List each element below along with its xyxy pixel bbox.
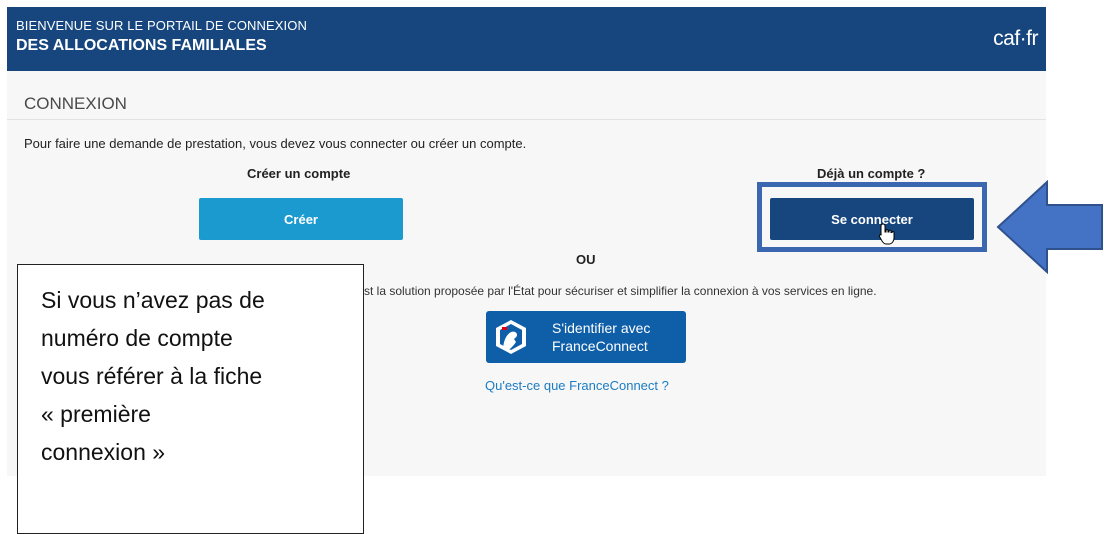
or-separator: OU <box>576 252 596 267</box>
annotation-line: vous référer à la fiche <box>41 363 263 389</box>
intro-text: Pour faire une demande de prestation, vo… <box>24 136 527 151</box>
annotation-line: « première <box>41 401 151 427</box>
existing-account-heading: Déjà un compte ? <box>817 166 926 181</box>
franceconnect-logo-icon <box>496 320 526 354</box>
franceconnect-label-line2: FranceConnect <box>552 338 648 354</box>
header-subtitle: DES ALLOCATIONS FAMILIALES <box>16 37 267 54</box>
caf-logo[interactable]: caf·fr <box>993 27 1038 51</box>
franceconnect-button[interactable]: S'identifier avec FranceConnect <box>486 311 686 363</box>
left-arrow-icon <box>996 180 1103 274</box>
login-highlight-box <box>757 182 987 252</box>
annotation-line: connexion » <box>41 439 166 465</box>
title-divider <box>7 119 1046 120</box>
franceconnect-info-link[interactable]: Qu'est-ce que FranceConnect ? <box>485 378 669 393</box>
franceconnect-description: st la solution proposée par l'État pour … <box>364 284 877 298</box>
franceconnect-label-line1: S'identifier avec <box>552 320 651 336</box>
header-welcome: BIENVENUE SUR LE PORTAIL DE CONNEXION <box>16 18 307 33</box>
hand-pointer-icon <box>878 223 895 245</box>
annotation-line: numéro de compte <box>41 325 233 351</box>
create-account-heading: Créer un compte <box>247 166 351 181</box>
page-title: CONNEXION <box>24 94 127 113</box>
site-header: BIENVENUE SUR LE PORTAIL DE CONNEXION DE… <box>7 7 1046 71</box>
annotation-line: Si vous n’avez pas de <box>41 287 265 313</box>
annotation-note-box: Si vous n’avez pas de numéro de compte v… <box>17 264 364 534</box>
create-account-button[interactable]: Créer <box>199 198 403 240</box>
